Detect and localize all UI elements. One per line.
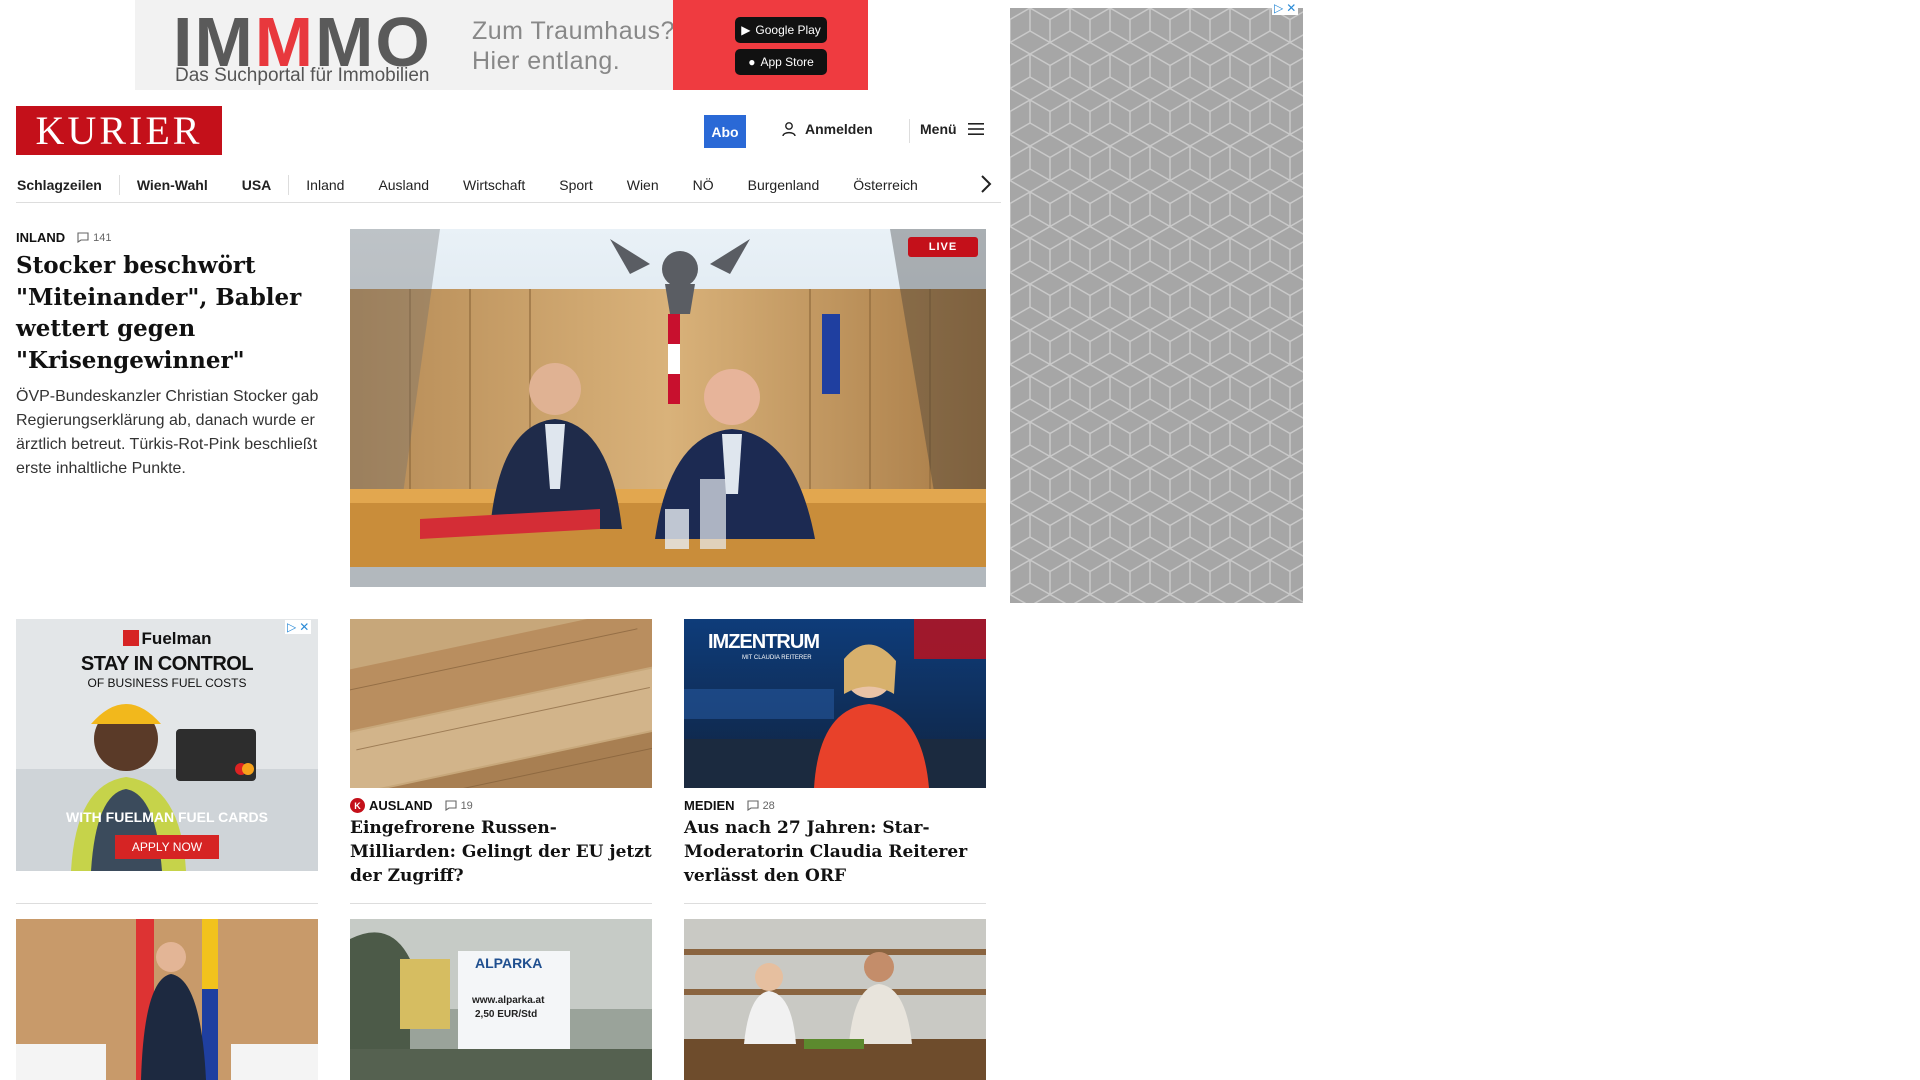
live-badge: LIVE [908,237,978,257]
alparka-sign-url: www.alparka.at [472,995,545,1006]
ad-choices-mark[interactable]: ▷ ✕ [1272,1,1299,15]
card-image-alparka[interactable]: ALPARKA www.alparka.at 2,50 EUR/Std [350,919,652,1080]
section-nav: Schlagzeilen Wien-Wahl USA Inland Auslan… [16,167,1001,203]
abo-button[interactable]: Abo [704,115,746,148]
top-banner-ad[interactable]: IMMMO Das Suchportal für Immobilien Zum … [135,0,868,90]
nav-item-wien-wahl[interactable]: Wien-Wahl [120,177,225,193]
apply-now-button[interactable]: APPLY NOW [115,835,219,859]
lead-category[interactable]: INLAND [16,230,65,245]
card-meta: K AUSLAND 19 [350,798,473,813]
lead-image-parliament[interactable] [350,229,986,587]
card-image-kitchen[interactable] [684,919,986,1080]
lead-headline[interactable]: Stocker beschwört "Miteinander", Babler … [16,250,316,376]
row-divider [684,903,986,904]
card-image-imzentrum[interactable]: IMZENTRUM MIT CLAUDIA REITERER [684,619,986,788]
card-image-press-conference[interactable] [16,919,318,1080]
kurier-plus-icon: K [350,798,365,813]
comment-icon [77,232,89,243]
fuelman-subhead: OF BUSINESS FUEL COSTS [87,676,247,690]
google-play-button[interactable]: ▶ Google Play [735,17,827,43]
skyscraper-ad[interactable] [1010,8,1303,603]
chevron-right-icon[interactable] [979,174,993,194]
fuelman-logo-icon [122,630,139,646]
ad-red-panel [673,0,868,90]
card-headline[interactable]: Eingefrorene Russen-Milliarden: Gelingt … [350,816,655,888]
kurier-logo[interactable]: KURIER [16,106,222,155]
user-icon [782,122,796,137]
comment-icon [747,800,759,811]
adchoices-icon: ▷ [287,620,297,634]
nav-item-usa[interactable]: USA [225,177,289,193]
immmo-subline: Das Suchportal für Immobilien [175,65,430,86]
ad-choices-mark[interactable]: ▷ ✕ [285,620,312,634]
nav-item-ausland[interactable]: Ausland [361,177,446,193]
card-image-rubles[interactable] [350,619,652,788]
close-ad-icon[interactable]: ✕ [1286,1,1296,15]
fuelman-ad[interactable]: Fuelman STAY IN CONTROL OF BUSINESS FUEL… [16,619,318,871]
login-link[interactable]: Anmelden [781,121,873,137]
app-store-button[interactable]: ● App Store [735,49,827,75]
play-store-icon: ▶ [741,23,751,37]
close-ad-icon[interactable]: ✕ [299,620,309,634]
hamburger-icon [967,123,984,135]
nav-item-inland[interactable]: Inland [289,177,361,193]
nav-item-sport[interactable]: Sport [542,177,609,193]
lead-meta: INLAND 141 [16,230,111,245]
immmo-slogan: Zum Traumhaus? Hier entlang. [472,17,675,75]
nav-item-noe[interactable]: NÖ [676,177,731,193]
nav-item-oesterreich[interactable]: Österreich [836,177,935,193]
nav-item-schlagzeilen[interactable]: Schlagzeilen [16,177,119,193]
apple-icon: ● [748,55,756,69]
alparka-sign-price: 2,50 EUR/Std [475,1009,538,1020]
header-divider [909,119,910,143]
fuelman-tagline: WITH FUELMAN FUEL CARDS [66,809,268,825]
comment-icon [445,800,457,811]
menu-button[interactable]: Menü [920,121,985,137]
alparka-sign-logo: ALPARKA [475,955,543,971]
nav-item-burgenland[interactable]: Burgenland [731,177,837,193]
comment-count[interactable]: 28 [747,800,775,812]
nav-item-wien[interactable]: Wien [610,177,676,193]
adchoices-icon: ▷ [1274,1,1284,15]
row-divider [16,903,318,904]
card-category[interactable]: K AUSLAND [350,798,433,813]
fuelman-headline: STAY IN CONTROL [80,653,254,675]
card-meta: MEDIEN 28 [684,798,775,813]
imzentrum-subline: MIT CLAUDIA REITERER [742,655,812,661]
card-headline[interactable]: Aus nach 27 Jahren: Star-Moderatorin Cla… [684,816,989,888]
card-category[interactable]: MEDIEN [684,798,735,813]
comment-count[interactable]: 141 [77,232,111,244]
fuelman-brand: Fuelman [16,629,318,649]
row-divider [350,903,652,904]
nav-item-wirtschaft[interactable]: Wirtschaft [446,177,542,193]
comment-count[interactable]: 19 [445,800,473,812]
lead-teaser: ÖVP-Bundeskanzler Christian Stocker gab … [16,388,319,477]
imzentrum-logo: IMZENTRUM [708,631,820,653]
